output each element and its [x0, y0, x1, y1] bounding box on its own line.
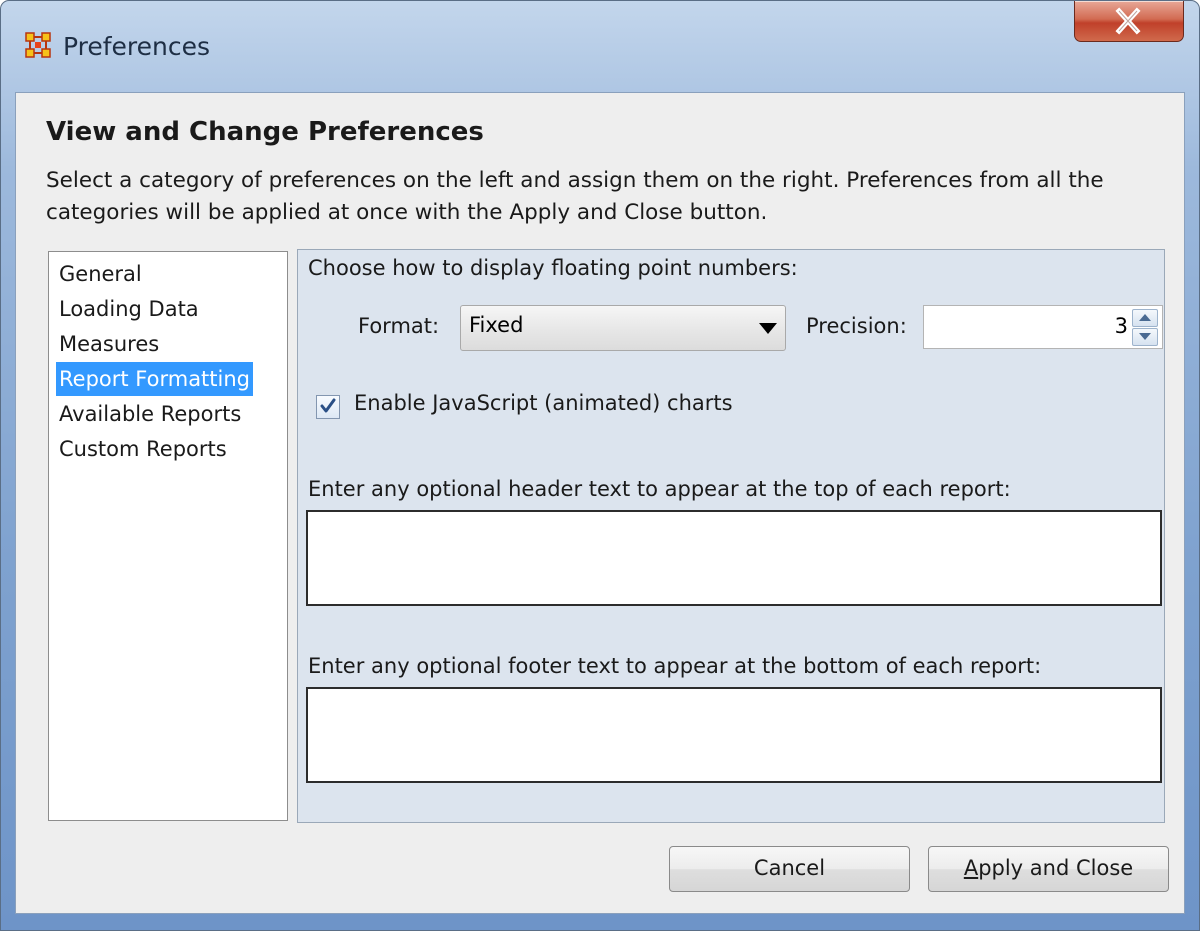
preferences-window: Preferences View and Change Preferences … — [0, 0, 1200, 931]
report-formatting-panel: Choose how to display floating point num… — [297, 249, 1165, 823]
category-item-general[interactable]: General — [56, 257, 145, 291]
dropdown-arrow-icon — [759, 323, 777, 334]
close-icon — [1115, 7, 1141, 35]
precision-spinner[interactable]: 3 — [923, 305, 1163, 349]
dialog-description: Select a category of preferences on the … — [46, 168, 1104, 225]
dialog-heading: View and Change Preferences — [46, 117, 484, 147]
close-window-button[interactable] — [1074, 1, 1184, 42]
enable-js-charts-label[interactable]: Enable JavaScript (animated) charts — [354, 391, 733, 415]
window-title: Preferences — [63, 32, 211, 61]
enable-js-charts-checkbox[interactable] — [316, 395, 340, 419]
header-text-label: Enter any optional header text to appear… — [308, 477, 1011, 501]
spin-up-icon[interactable] — [1132, 309, 1158, 327]
spin-down-icon[interactable] — [1132, 328, 1158, 346]
footer-text-label: Enter any optional footer text to appear… — [308, 654, 1042, 678]
footer-text-area[interactable] — [306, 687, 1162, 783]
header-text-area[interactable] — [306, 510, 1162, 606]
format-dropdown[interactable]: Fixed — [460, 305, 786, 351]
cancel-button[interactable]: Cancel — [669, 846, 910, 892]
apply-and-close-button[interactable]: Apply and Close — [928, 846, 1169, 892]
category-list[interactable]: General Loading Data Measures Report For… — [48, 251, 288, 821]
format-label: Format: — [358, 314, 440, 338]
checkmark-icon — [320, 398, 336, 413]
format-selected-value: Fixed — [469, 313, 524, 337]
apply-and-close-label: pply and Close — [978, 856, 1134, 880]
apply-mnemonic: A — [963, 856, 979, 880]
precision-label: Precision: — [806, 314, 907, 338]
category-item-measures[interactable]: Measures — [56, 327, 162, 361]
title-bar[interactable]: Preferences — [1, 1, 1199, 91]
category-item-loading-data[interactable]: Loading Data — [56, 292, 202, 326]
dialog-content: View and Change Preferences Select a cat… — [15, 92, 1185, 914]
precision-value: 3 — [1114, 314, 1128, 338]
category-item-custom-reports[interactable]: Custom Reports — [56, 432, 230, 466]
network-grid-icon — [25, 32, 51, 58]
category-item-report-formatting[interactable]: Report Formatting — [56, 362, 253, 396]
floating-point-label: Choose how to display floating point num… — [308, 256, 798, 280]
category-item-available-reports[interactable]: Available Reports — [56, 397, 244, 431]
